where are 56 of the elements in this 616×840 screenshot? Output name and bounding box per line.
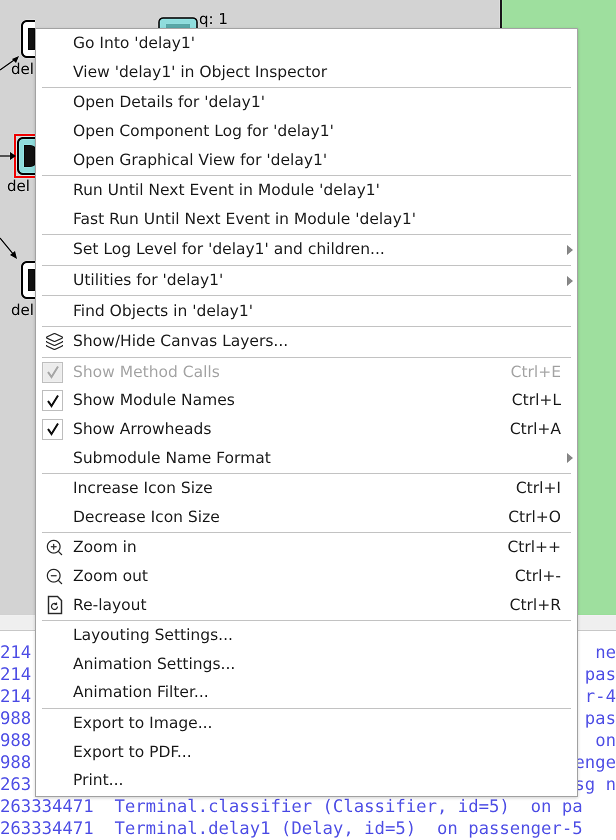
checkmark-icon <box>46 394 60 408</box>
log-line: 988 <box>0 753 32 773</box>
checkbox[interactable] <box>42 390 63 412</box>
menu-item[interactable]: Find Objects in 'delay1' <box>36 296 577 325</box>
log-line: 263 <box>0 775 32 795</box>
menu-item[interactable]: Increase Icon Size Ctrl+I <box>36 474 577 502</box>
log-line: 214 <box>0 643 32 663</box>
queue-module-icon[interactable] <box>158 17 198 28</box>
menu-item[interactable]: Print... <box>36 766 577 794</box>
checkmark-icon <box>46 365 60 380</box>
log-line: pas <box>584 709 616 729</box>
log-line: ne <box>595 643 616 663</box>
menu-item[interactable]: Open Graphical View for 'delay1' <box>36 145 577 174</box>
log-line: 214 <box>0 687 32 707</box>
log-line: r-4 <box>584 687 616 707</box>
menu-item[interactable]: Open Details for 'delay1' <box>36 88 577 117</box>
checkmark-icon <box>46 422 60 436</box>
menu-item[interactable]: Zoom in Ctrl++ <box>36 533 577 562</box>
connection-arrow <box>0 151 16 161</box>
menu-item[interactable]: Run Until Next Event in Module 'delay1' <box>36 176 577 205</box>
log-line: on <box>595 731 616 751</box>
checkbox[interactable] <box>42 418 63 440</box>
module-label: del <box>7 178 30 195</box>
menu-item[interactable]: View 'delay1' in Object Inspector <box>36 58 577 86</box>
module-label: del <box>11 61 34 78</box>
menu-item[interactable]: Show/Hide Canvas Layers... <box>36 326 577 356</box>
zoom-out-icon <box>44 566 65 587</box>
delay-module-icon[interactable] <box>18 17 35 61</box>
log-line: pas <box>584 665 616 685</box>
connection-arrow <box>0 236 18 260</box>
menu-item[interactable]: Show Arrowheads Ctrl+A <box>36 414 577 444</box>
menu-item[interactable]: Utilities for 'delay1' <box>36 266 577 294</box>
module-label: q: 1 <box>199 11 228 28</box>
menu-item[interactable]: Go Into 'delay1' <box>36 29 577 58</box>
menu-item[interactable]: Animation Filter... <box>36 678 577 707</box>
log-line: 263334471 Terminal.classifier (Classifier, id=5) on pa <box>0 797 583 817</box>
menu-item[interactable]: Export to PDF... <box>36 737 577 766</box>
log-line: 214 <box>0 665 32 685</box>
menu-item[interactable]: Submodule Name Format <box>36 443 577 472</box>
menu-item[interactable]: Fast Run Until Next Event in Module 'delay1' <box>36 204 577 234</box>
menu-item[interactable]: Open Component Log for 'delay1' <box>36 116 577 146</box>
module-label: del <box>11 302 34 319</box>
zoom-in-icon <box>44 537 65 558</box>
menu-item[interactable]: Re-layout Ctrl+R <box>36 590 577 619</box>
menu-item[interactable]: Decrease Icon Size Ctrl+O <box>36 502 577 532</box>
menu-item[interactable]: Export to Image... <box>36 708 577 738</box>
log-line: 263334471 Terminal.delay1 (Delay, id=5) on passenger-5 <box>0 819 583 839</box>
log-line: 988 <box>0 731 32 751</box>
menu-item[interactable]: Animation Settings... <box>36 649 577 678</box>
menu-item[interactable]: Set Log Level for 'delay1' and children... <box>36 235 577 264</box>
log-line: 988 <box>0 709 32 729</box>
menu-item[interactable]: Zoom out Ctrl+- <box>36 562 577 590</box>
menu-item[interactable]: Layouting Settings... <box>36 620 577 650</box>
delay-module-icon[interactable] <box>18 258 35 302</box>
menu-item[interactable]: Show Module Names Ctrl+L <box>36 386 577 415</box>
layers-icon <box>44 330 65 352</box>
